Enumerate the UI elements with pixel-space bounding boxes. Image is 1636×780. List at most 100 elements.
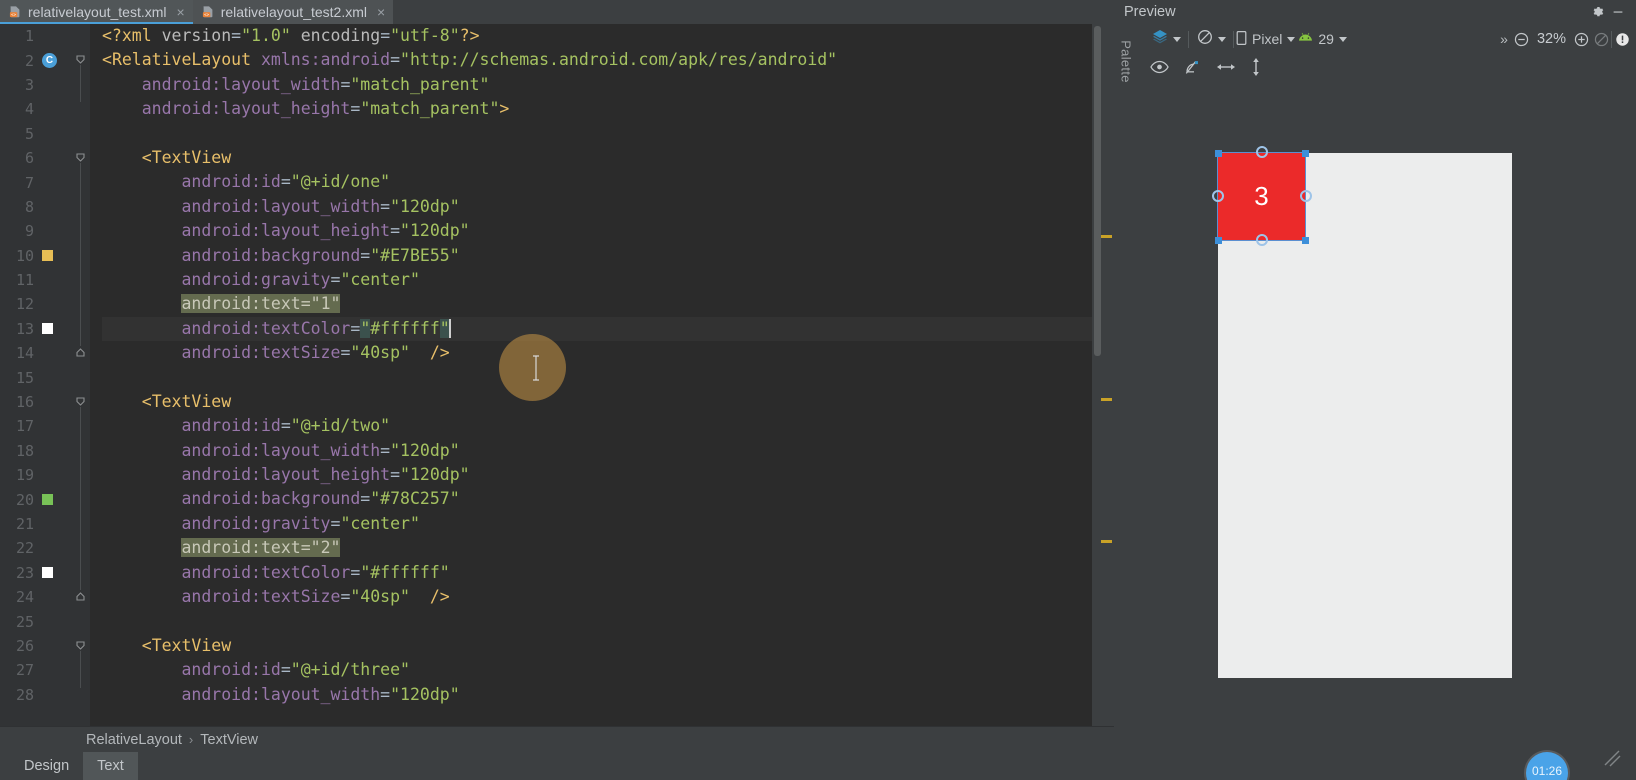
- code-line[interactable]: android:layout_width="120dp": [102, 683, 1114, 707]
- horizontal-arrows-icon[interactable]: [1216, 61, 1236, 73]
- code-line[interactable]: [102, 122, 1114, 146]
- code-line[interactable]: android:id="@+id/three": [102, 658, 1114, 682]
- gutter-line[interactable]: 23: [0, 561, 72, 585]
- code-line[interactable]: android:textColor="#ffffff": [102, 316, 1114, 342]
- resize-handle-top-left[interactable]: [1215, 150, 1222, 157]
- zoom-fit-icon[interactable]: [1591, 29, 1611, 49]
- close-icon[interactable]: ×: [377, 5, 385, 19]
- resize-handle-top-right[interactable]: [1302, 150, 1309, 157]
- blueprint-toggle-icon[interactable]: [1183, 59, 1202, 76]
- device-selector[interactable]: Pixel: [1234, 28, 1296, 51]
- gutter-line[interactable]: 7: [0, 170, 72, 194]
- code-line[interactable]: android:text="1": [102, 292, 1114, 316]
- fold-open-icon[interactable]: [74, 151, 87, 164]
- chevron-down-icon[interactable]: [1173, 36, 1181, 42]
- code-line[interactable]: android:layout_width="120dp": [102, 439, 1114, 463]
- mode-tab-design[interactable]: Design: [10, 752, 83, 780]
- code-line[interactable]: <TextView: [102, 634, 1114, 658]
- code-text-area[interactable]: <?xml version="1.0" encoding="utf-8"?> <R…: [90, 24, 1114, 726]
- color-swatch-icon[interactable]: [42, 494, 53, 506]
- gutter-line[interactable]: 15: [0, 365, 72, 389]
- scrollbar-marker[interactable]: [1101, 540, 1112, 543]
- gutter-line[interactable]: 27: [0, 658, 72, 682]
- constraint-anchor-top[interactable]: [1256, 146, 1268, 158]
- code-line[interactable]: android:textColor="#ffffff": [102, 561, 1114, 585]
- code-line[interactable]: android:background="#78C257": [102, 487, 1114, 511]
- gutter-line[interactable]: 16: [0, 390, 72, 414]
- gutter-line[interactable]: 12: [0, 292, 72, 316]
- code-line[interactable]: <?xml version="1.0" encoding="utf-8"?>: [102, 24, 1114, 48]
- gutter-line[interactable]: 10: [0, 244, 72, 268]
- vertical-arrows-icon[interactable]: [1250, 57, 1262, 77]
- breadcrumb-item-textview[interactable]: TextView: [200, 732, 258, 748]
- code-line[interactable]: android:id="@+id/one": [102, 170, 1114, 194]
- gear-icon[interactable]: [1588, 2, 1608, 22]
- code-line[interactable]: <TextView: [102, 146, 1114, 170]
- gutter-line[interactable]: 17: [0, 414, 72, 438]
- code-folding-column[interactable]: [72, 24, 90, 726]
- fold-open-icon[interactable]: [74, 639, 87, 652]
- gutter-line[interactable]: 20: [0, 487, 72, 511]
- gutter-line[interactable]: 11: [0, 268, 72, 292]
- scrollbar-marker[interactable]: [1101, 235, 1112, 238]
- gutter-line[interactable]: 5: [0, 122, 72, 146]
- editor-tab-0[interactable]: <> relativelayout_test.xml ×: [0, 0, 193, 24]
- zoom-out-icon[interactable]: [1512, 29, 1532, 49]
- fold-close-icon[interactable]: [74, 346, 87, 359]
- code-line[interactable]: <RelativeLayout xmlns:android="http://sc…: [102, 48, 1114, 72]
- gutter-line[interactable]: 21: [0, 512, 72, 536]
- gutter-line[interactable]: 24: [0, 585, 72, 609]
- code-line[interactable]: android:text="2": [102, 536, 1114, 560]
- orientation-dropdown[interactable]: [1189, 28, 1233, 51]
- code-line[interactable]: android:layout_height="120dp": [102, 219, 1114, 243]
- code-editor[interactable]: 1 2 C 3 4 5 6 7 8 9 10 11 12 13 14 15 16 17 18 19 20 21 22 23 24…: [0, 24, 1114, 726]
- chevron-down-icon[interactable]: [1287, 36, 1296, 42]
- editor-scrollbar-thumb[interactable]: [1094, 26, 1101, 356]
- api-selector[interactable]: 29: [1296, 29, 1348, 49]
- color-swatch-icon[interactable]: [42, 323, 53, 335]
- gutter-line[interactable]: 9: [0, 219, 72, 243]
- resize-handle-bottom-right[interactable]: [1302, 237, 1309, 244]
- code-line[interactable]: android:gravity="center": [102, 512, 1114, 536]
- gutter-line[interactable]: 6: [0, 146, 72, 170]
- code-line[interactable]: android:textSize="40sp" />: [102, 341, 1114, 365]
- gutter-line[interactable]: 22: [0, 536, 72, 560]
- gutter-line[interactable]: 28: [0, 683, 72, 707]
- gutter-line[interactable]: 4: [0, 97, 72, 121]
- code-line[interactable]: android:textSize="40sp" />: [102, 585, 1114, 609]
- chevron-down-icon[interactable]: [1338, 36, 1347, 42]
- fold-close-icon[interactable]: [74, 590, 87, 603]
- breadcrumb[interactable]: RelativeLayout › TextView: [0, 726, 1114, 752]
- editor-marker-scrollbar[interactable]: [1092, 24, 1114, 726]
- color-swatch-icon[interactable]: [42, 250, 53, 262]
- code-line[interactable]: android:gravity="center": [102, 268, 1114, 292]
- constraint-anchor-left[interactable]: [1212, 190, 1224, 202]
- zoom-in-icon[interactable]: [1571, 29, 1591, 49]
- minimize-icon[interactable]: [1608, 2, 1628, 22]
- eye-icon[interactable]: [1150, 60, 1169, 74]
- code-line[interactable]: android:layout_width="match_parent": [102, 73, 1114, 97]
- code-line[interactable]: android:id="@+id/two": [102, 414, 1114, 438]
- fold-open-icon[interactable]: [74, 395, 87, 408]
- color-swatch-icon[interactable]: [42, 567, 53, 579]
- warning-icon[interactable]: [1612, 29, 1632, 49]
- gutter-line[interactable]: 26: [0, 634, 72, 658]
- code-line[interactable]: <TextView: [102, 390, 1114, 414]
- gutter-line[interactable]: 3: [0, 73, 72, 97]
- gutter-line[interactable]: 19: [0, 463, 72, 487]
- editor-tab-1[interactable]: <> relativelayout_test2.xml ×: [192, 0, 394, 24]
- scrollbar-marker[interactable]: [1101, 398, 1112, 401]
- code-line[interactable]: android:layout_width="120dp": [102, 195, 1114, 219]
- code-line[interactable]: [102, 365, 1114, 389]
- gutter-line[interactable]: 1: [0, 24, 72, 48]
- resize-handle-bottom-left[interactable]: [1215, 237, 1222, 244]
- code-line[interactable]: android:background="#E7BE55": [102, 244, 1114, 268]
- code-line[interactable]: [102, 609, 1114, 633]
- constraint-anchor-bottom[interactable]: [1256, 234, 1268, 246]
- device-screen[interactable]: 3: [1212, 146, 1512, 678]
- gutter-line[interactable]: 14: [0, 341, 72, 365]
- mode-tab-text[interactable]: Text: [83, 752, 138, 780]
- gutter-line[interactable]: 25: [0, 609, 72, 633]
- palette-label[interactable]: Palette: [1119, 40, 1134, 83]
- textview-widget-three[interactable]: 3: [1217, 152, 1306, 241]
